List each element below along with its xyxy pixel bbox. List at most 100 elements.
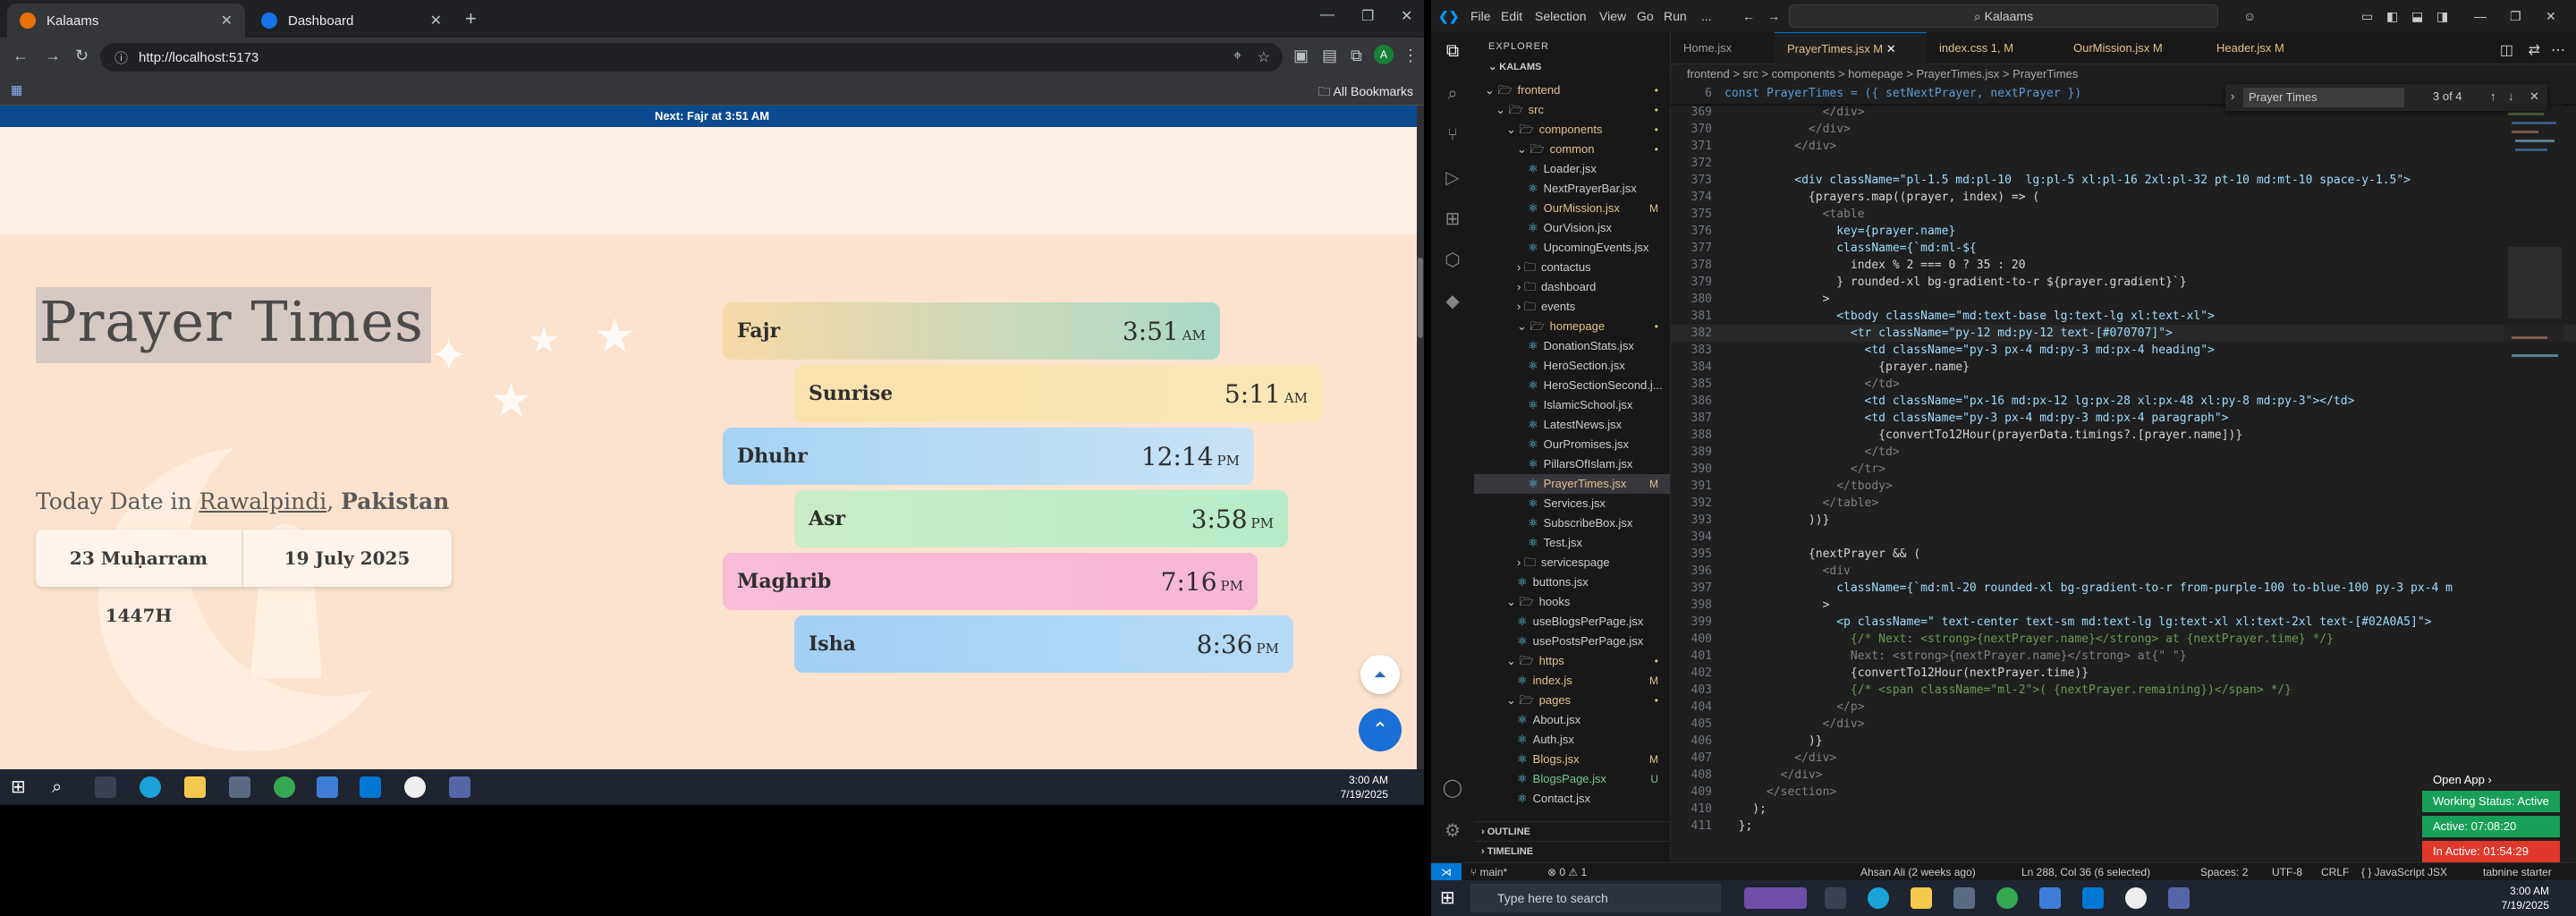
window-close-icon[interactable]: ✕ [1401, 7, 1412, 25]
tree-folder[interactable]: ⌄ 🗁 homepage • [1474, 317, 1670, 336]
forward-icon[interactable]: → [45, 47, 61, 65]
editor-tab-indexcss[interactable]: index.css 1, M [1927, 32, 2061, 64]
vscode-icon[interactable] [2082, 887, 2104, 909]
tree-file[interactable]: ⚛ LatestNews.jsx [1474, 415, 1670, 435]
taskbar-search-input[interactable]: Type here to search [1470, 884, 1721, 912]
tree-file[interactable]: ⚛ BlogsPage.jsx U [1474, 769, 1670, 789]
tabnine-icon[interactable]: ◆ [1442, 290, 1463, 311]
tree-file[interactable]: ⚛ OurVision.jsx [1474, 218, 1670, 238]
indentation-status[interactable]: Spaces: 2 [2200, 863, 2248, 880]
search-icon[interactable]: ⌕ [1442, 84, 1463, 106]
file-explorer-icon[interactable] [1911, 887, 1932, 909]
more-menu-icon[interactable]: ⋮ [1402, 47, 1419, 65]
secondary-sidebar-icon[interactable]: ◨ [2436, 9, 2448, 24]
city-link[interactable]: Rawalpindi [199, 488, 327, 514]
store-icon[interactable] [229, 776, 250, 798]
tree-file[interactable]: ⚛ Services.jsx [1474, 494, 1670, 513]
scroll-to-top-button[interactable]: ⌃ [1359, 708, 1402, 751]
calculator-icon[interactable] [2168, 887, 2190, 909]
close-icon[interactable]: ✕ [1886, 42, 1896, 55]
profile-avatar[interactable]: A [1374, 45, 1394, 64]
tree-folder[interactable]: ⌄ 🗁 src • [1474, 100, 1670, 120]
code-editor[interactable]: 369 </div> 370 </div> 371 </div> 372 373 <di… [1671, 104, 2576, 837]
previous-match-icon[interactable]: ↑ [2490, 89, 2496, 103]
app-icon[interactable] [2039, 887, 2061, 909]
back-icon[interactable]: ← [1742, 9, 1755, 23]
git-blame-status[interactable]: Ahsan Ali (2 weeks ago) [1860, 863, 1976, 880]
problems-status[interactable]: ⊗ 0 ⚠ 1 [1547, 863, 1587, 880]
new-tab-icon[interactable]: + [465, 7, 477, 30]
taskbar-clock[interactable]: 3:00 AM 7/19/2025 [2502, 884, 2549, 912]
extension-icon[interactable]: ▣ [1293, 47, 1309, 65]
minimap[interactable] [2504, 104, 2563, 640]
tree-file[interactable]: ⚛ PillarsOfIslam.jsx [1474, 454, 1670, 474]
menu-selection[interactable]: Selection [1535, 9, 1587, 23]
editor-tab-home[interactable]: Home.jsx [1671, 32, 1775, 64]
layout-icon[interactable]: ▭ [2361, 9, 2373, 24]
tree-file[interactable]: ⚛ IslamicSchool.jsx [1474, 395, 1670, 415]
menu-go[interactable]: Go [1637, 9, 1654, 23]
sidebar-toggle-icon[interactable]: ◧ [2386, 9, 2398, 24]
site-info-icon[interactable]: ⓘ [114, 48, 128, 67]
tree-file[interactable]: ⚛ PrayerTimes.jsx M [1474, 474, 1670, 494]
tree-folder[interactable]: ⌄ 🗁 common • [1474, 140, 1670, 159]
tree-file[interactable]: ⚛ OurPromises.jsx [1474, 435, 1670, 454]
tree-folder[interactable]: ⌄ 🗁 pages • [1474, 691, 1670, 710]
menu-view[interactable]: View [1599, 9, 1626, 23]
tree-file[interactable]: ⚛ UpcomingEvents.jsx [1474, 238, 1670, 258]
eol-status[interactable]: CRLF [2321, 863, 2349, 880]
store-icon[interactable] [1953, 887, 1975, 909]
breadcrumb[interactable]: frontend > src > components > homepage >… [1671, 64, 2576, 84]
tree-file[interactable]: ⚛ Test.jsx [1474, 533, 1670, 553]
tree-file[interactable]: ⚛ index.js M [1474, 671, 1670, 691]
split-editor-icon[interactable]: ◫ [2500, 41, 2513, 59]
tab-kalaams[interactable]: Kalaams ✕ [7, 4, 245, 38]
extension-icon[interactable]: ▤ [1322, 47, 1337, 65]
tree-folder[interactable]: ⌄ 🗁 hooks [1474, 592, 1670, 612]
tree-file[interactable]: ⚛ About.jsx [1474, 710, 1670, 730]
close-icon[interactable]: ✕ [2529, 89, 2539, 104]
window-close-icon[interactable]: ✕ [2546, 9, 2556, 24]
editor-tab-header[interactable]: Header.jsx M [2204, 32, 2329, 64]
reload-icon[interactable]: ↻ [75, 47, 89, 65]
taskbar-clock[interactable]: 3:00 AM 7/19/2025 [1341, 773, 1388, 802]
open-app-link[interactable]: Open App › [2422, 769, 2560, 791]
forward-icon[interactable]: → [1767, 9, 1780, 23]
location-icon[interactable]: ⌖ [1233, 48, 1241, 64]
back-icon[interactable]: ← [13, 47, 29, 65]
tree-file[interactable]: ⚛ useBlogsPerPage.jsx [1474, 612, 1670, 632]
command-center[interactable]: ⌕ Kalaams [1789, 4, 2218, 28]
bookmark-star-icon[interactable]: ☆ [1258, 48, 1270, 66]
tree-file[interactable]: ⚛ NextPrayerBar.jsx [1474, 179, 1670, 199]
chrome-icon[interactable] [274, 776, 295, 798]
tabnine-status[interactable]: tabnine starter [2483, 863, 2552, 880]
tree-file[interactable]: ⚛ Blogs.jsx M [1474, 750, 1670, 769]
tree-file[interactable]: ⚛ Contact.jsx [1474, 789, 1670, 809]
menu-run[interactable]: Run [1664, 9, 1687, 23]
remote-icon[interactable]: ⬡ [1442, 249, 1463, 270]
remote-icon[interactable]: ⋊ [1431, 863, 1462, 880]
edge-icon[interactable] [140, 776, 161, 798]
app-icon[interactable] [404, 776, 426, 798]
tree-file[interactable]: ⚛ HeroSectionSecond.j... [1474, 376, 1670, 395]
scrollbar-thumb[interactable] [1418, 258, 1423, 338]
tree-file[interactable]: ⚛ usePostsPerPage.jsx [1474, 632, 1670, 651]
extensions-icon[interactable]: ⊞ [1442, 208, 1463, 229]
tree-folder[interactable]: › 🗀 dashboard [1474, 277, 1670, 297]
more-actions-icon[interactable]: ⋯ [2551, 41, 2565, 59]
tree-file[interactable]: ⚛ OurMission.jsx M [1474, 199, 1670, 218]
address-bar[interactable]: ⓘ http://localhost:5173 ⌖ ☆ [100, 43, 1283, 72]
tree-file[interactable]: ⚛ DonationStats.jsx [1474, 336, 1670, 356]
workspace-name[interactable]: ⌄ KALAMS [1488, 61, 1541, 72]
windows-start-icon[interactable]: ⊞ [1440, 887, 1462, 909]
language-mode-status[interactable]: { } JavaScript JSX [2361, 863, 2447, 880]
page-scrollbar[interactable] [1417, 106, 1424, 769]
chrome-icon[interactable] [1996, 887, 2018, 909]
task-view-icon[interactable] [95, 776, 116, 798]
explorer-icon[interactable]: ⧉ [1442, 41, 1463, 63]
diff-icon[interactable]: ⇄ [2529, 41, 2540, 59]
encoding-status[interactable]: UTF-8 [2272, 863, 2302, 880]
tree-folder[interactable]: › 🗀 events [1474, 297, 1670, 317]
maximize-icon[interactable]: ❐ [2510, 9, 2521, 24]
menu-more[interactable]: ... [1701, 9, 1712, 23]
